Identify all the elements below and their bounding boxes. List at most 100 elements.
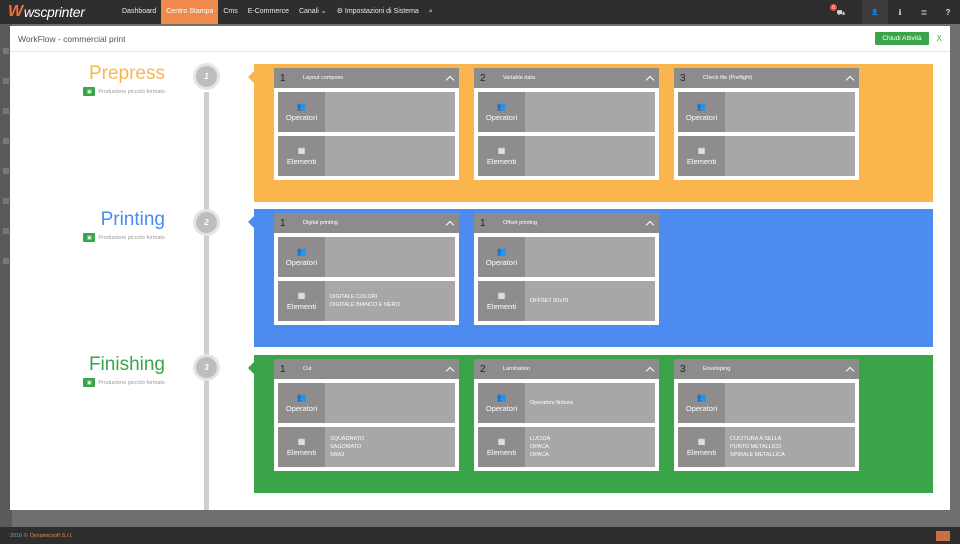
elemento-value: OPACA xyxy=(530,444,549,450)
operatori-row[interactable]: 👥 Operatori xyxy=(678,92,855,132)
card-title: Variable data xyxy=(503,75,536,81)
nav-canali[interactable]: Canali ⌄ xyxy=(294,0,332,24)
operatori-label: Operatori xyxy=(685,403,718,413)
card-number: 1 xyxy=(280,363,286,375)
operatori-label: Operatori xyxy=(485,257,518,267)
elementi-row[interactable]: ▦ Elementi DIGITALE COLORI DIGITALE BIANCO… xyxy=(278,281,455,321)
elements-icon: ▦ xyxy=(497,290,506,300)
card-header[interactable]: 2 Variable data xyxy=(474,68,659,88)
footer-company-link[interactable]: Dynamicsoft S.r.l. xyxy=(30,533,73,539)
elementi-row[interactable]: ▦ Elementi LUCIDA OPACA OPACA xyxy=(478,427,655,467)
app-logo[interactable]: Wwscprinter xyxy=(0,0,110,24)
chevron-up-icon[interactable] xyxy=(445,75,455,84)
modal-title: WorkFlow - commercial print xyxy=(18,33,126,44)
card-title: Layout compose xyxy=(303,75,344,81)
card-title: Check file (Preflight) xyxy=(703,75,753,81)
elemento-value: SQUADRATO xyxy=(330,436,365,442)
card-title: Enveloping xyxy=(703,366,731,372)
elemento-value: CUCITURA A SELLA xyxy=(730,436,782,442)
elementi-row[interactable]: ▦ Elementi OFFSET 50x70 xyxy=(478,281,655,321)
user-icon: 👤 xyxy=(871,9,879,16)
chevron-up-icon[interactable] xyxy=(845,366,855,375)
close-activity-button[interactable]: Chiudi Attività xyxy=(875,32,929,45)
elemento-value: DIGITALE COLORI xyxy=(330,294,378,300)
elementi-values: LUCIDA OPACA OPACA xyxy=(525,427,550,467)
users-icon: 👥 xyxy=(296,392,307,402)
stage-subtitle: ▣ Produzione piccolo formato xyxy=(83,87,165,96)
chevron-up-icon[interactable] xyxy=(845,75,855,84)
card-number: 2 xyxy=(480,72,486,84)
elemento-value: DIGITALE BIANCO E NERO xyxy=(330,302,400,308)
timeline-line xyxy=(204,92,209,510)
chevron-up-icon[interactable] xyxy=(645,75,655,84)
modal-header: WorkFlow - commercial print Chiudi Attiv… xyxy=(10,26,950,52)
elementi-row[interactable]: ▦ Elementi xyxy=(678,136,855,176)
card-header[interactable]: 1 Cut xyxy=(274,359,459,379)
nav-impostazioni[interactable]: ⚙ Impostazioni di Sistema xyxy=(332,0,424,24)
operatori-row[interactable]: 👥 Operatori xyxy=(478,237,655,277)
nav-cms[interactable]: Cms xyxy=(218,0,242,24)
chevron-up-icon[interactable] xyxy=(445,220,455,229)
operatori-row[interactable]: 👥 Operatori xyxy=(278,92,455,132)
activity-card: 1 Digital printing 👥 Operatori ▦ Elementi D… xyxy=(274,213,459,325)
operatori-label: Operatori xyxy=(285,112,318,122)
card-header[interactable]: 1 Layout compose xyxy=(274,68,459,88)
activity-card: 2 Variable data 👥 Operatori ▦ Elementi xyxy=(474,68,659,180)
elementi-row[interactable]: ▦ Elementi xyxy=(278,136,455,176)
elements-icon: ▦ xyxy=(497,145,506,155)
elements-icon: ▦ xyxy=(297,145,306,155)
card-header[interactable]: 3 Enveloping xyxy=(674,359,859,379)
operatori-row[interactable]: 👥 Operatori xyxy=(678,383,855,423)
card-number: 1 xyxy=(280,217,286,229)
elementi-row[interactable]: ▦ Elementi CUCITURA A SELLA PUNTO METALLIC… xyxy=(678,427,855,467)
operatori-label: Operatori xyxy=(485,112,518,122)
operatori-row[interactable]: 👥 Operatori xyxy=(478,92,655,132)
operatori-row[interactable]: 👥 Operatori xyxy=(278,237,455,277)
footer-copyright: 2016 © xyxy=(10,532,28,539)
users-icon: 👥 xyxy=(696,392,707,402)
elemento-value: SPIRALE METALLICA xyxy=(730,452,785,458)
scroll-top-button[interactable] xyxy=(936,530,950,541)
search-icon[interactable]: ⌕ xyxy=(424,0,438,24)
operatori-label: Operatori xyxy=(285,257,318,267)
operatori-row[interactable]: 👥 Operatori Operatore finitura xyxy=(478,383,655,423)
operatori-row[interactable]: 👥 Operatori xyxy=(278,383,455,423)
card-header[interactable]: 3 Check file (Preflight) xyxy=(674,68,859,88)
stage-box-prepress: 1 Layout compose 👥 Operatori ▦ Elementi 2 Va… xyxy=(248,64,933,202)
close-icon[interactable]: X xyxy=(937,34,942,43)
gear-icon: ⚙ xyxy=(336,8,343,15)
user-menu-button[interactable]: 👤 xyxy=(862,0,888,24)
info-icon[interactable]: ℹ xyxy=(888,0,912,24)
chevron-up-icon[interactable] xyxy=(645,220,655,229)
cart-badge: 0 xyxy=(830,4,837,11)
production-icon: ▣ xyxy=(83,378,96,387)
production-icon: ▣ xyxy=(83,233,96,242)
nav-ecommerce[interactable]: E-Commerce xyxy=(243,0,294,24)
users-icon: 👥 xyxy=(696,101,707,111)
card-header[interactable]: 1 Digital printing xyxy=(274,213,459,233)
elementi-row[interactable]: ▦ Elementi xyxy=(478,136,655,176)
elementi-label: Elementi xyxy=(286,156,317,166)
elementi-row[interactable]: ▦ Elementi SQUADRATO SAGOMATO SRA3 xyxy=(278,427,455,467)
nav-centro-stampa[interactable]: Centro Stampa xyxy=(161,0,219,24)
top-navbar: Wwscprinter Dashboard Centro Stampa Cms … xyxy=(0,0,960,24)
elementi-values: SQUADRATO SAGOMATO SRA3 xyxy=(325,427,364,467)
card-header[interactable]: 1 Offset printing xyxy=(474,213,659,233)
stage-title: Printing xyxy=(100,209,165,230)
elemento-value: OFFSET 50x70 xyxy=(530,298,569,304)
footer: 2016 © Dynamicsoft S.r.l. xyxy=(0,527,960,544)
list-icon[interactable]: ≣ xyxy=(912,0,936,24)
help-icon[interactable]: ? xyxy=(936,0,960,24)
chevron-up-icon[interactable] xyxy=(645,366,655,375)
elements-icon: ▦ xyxy=(497,436,506,446)
elementi-label: Elementi xyxy=(486,156,517,166)
card-header[interactable]: 2 Lamination xyxy=(474,359,659,379)
nav-dashboard[interactable]: Dashboard xyxy=(117,0,161,24)
stage-subtitle: ▣ Produzione piccolo formato xyxy=(83,233,165,242)
chevron-up-icon[interactable] xyxy=(445,366,455,375)
stage-subtitle: ▣ Produzione piccolo formato xyxy=(83,378,165,387)
nav-impostazioni-label: Impostazioni di Sistema xyxy=(344,8,419,15)
users-icon: 👥 xyxy=(296,101,307,111)
cart-button[interactable]: 0 ⛟ xyxy=(826,0,850,24)
elemento-value: PUNTO METALLICO xyxy=(730,444,782,450)
